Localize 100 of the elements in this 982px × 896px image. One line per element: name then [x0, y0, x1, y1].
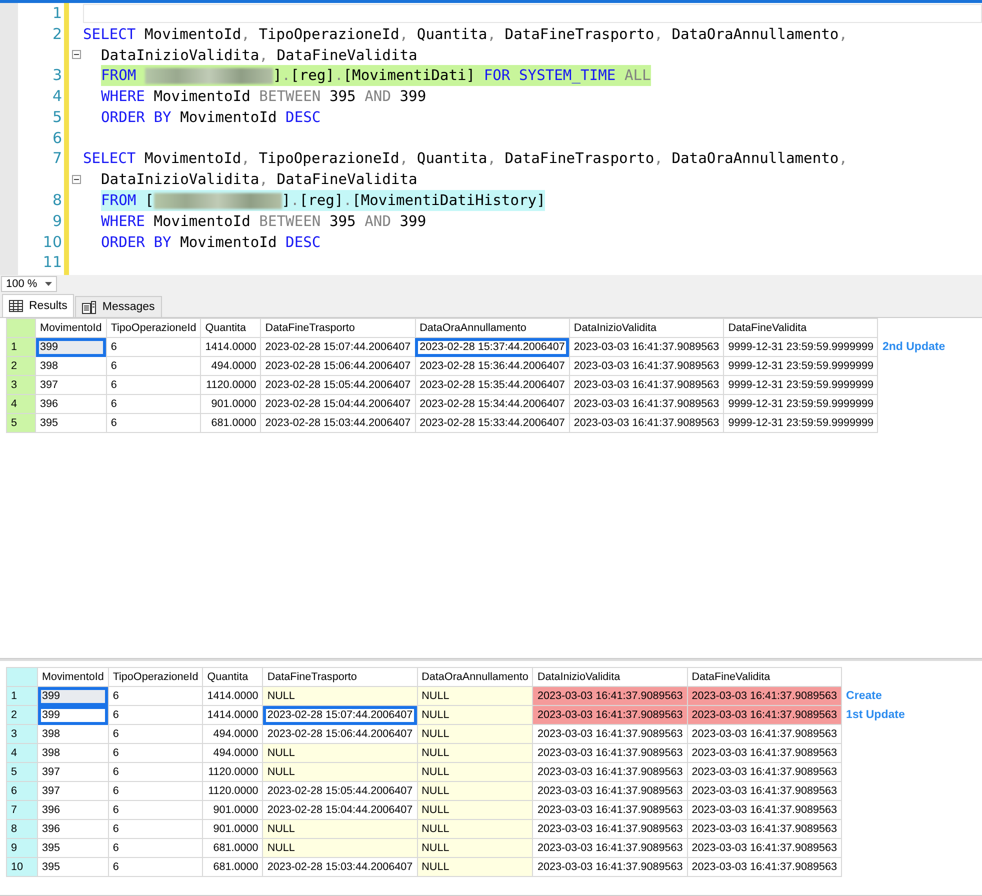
column-header[interactable]: DataFineValidita — [687, 668, 842, 686]
row-number[interactable]: 3 — [6, 724, 38, 744]
column-header[interactable]: TipoOperazioneId — [106, 318, 201, 338]
line-number: 8 — [52, 190, 62, 212]
table-cell: 2023-03-03 16:41:37.9089563 — [687, 762, 842, 782]
table-cell: 6 — [106, 376, 201, 394]
table-cell: 6 — [108, 762, 203, 782]
table-cell: 398 — [36, 356, 106, 376]
table-cell: 2023-02-28 15:05:44.2006407 — [262, 782, 418, 800]
row-number[interactable]: 5 — [6, 414, 36, 432]
column-header[interactable]: DataOraAnnullamento — [417, 668, 533, 686]
line-number: 9 — [52, 210, 62, 232]
table-cell: NULL — [417, 858, 533, 876]
table-cell: 2023-03-03 16:41:37.9089563 — [569, 338, 724, 356]
table-cell: 2023-03-03 16:41:37.9089563 — [532, 744, 688, 762]
table-cell: 6 — [106, 414, 201, 432]
row-number[interactable]: 1 — [6, 686, 38, 706]
code-line: DataInizioValidita, DataFineValidita — [101, 46, 418, 66]
table-cell: 1120.0000 — [202, 782, 263, 800]
table-cell: 395 — [38, 838, 108, 858]
column-header[interactable]: DataFineTrasporto — [262, 668, 418, 686]
line-number: 3 — [52, 65, 62, 86]
caret-icon — [45, 282, 52, 286]
column-header[interactable]: MovimentoId — [38, 668, 108, 686]
row-number[interactable]: 7 — [6, 800, 38, 820]
line-number: 2 — [52, 24, 62, 45]
table-cell: 2023-03-03 16:41:37.9089563 — [532, 762, 688, 782]
row-number[interactable]: 9 — [6, 838, 38, 858]
table-cell: NULL — [417, 838, 533, 858]
row-number[interactable]: 2 — [6, 356, 36, 376]
annotation-label: Create — [846, 690, 882, 702]
table-cell: NULL — [262, 744, 418, 762]
table-cell: 2023-02-28 15:07:44.2006407 — [262, 706, 418, 724]
code-line: WHERE MovimentoId BETWEEN 395 AND 399 — [101, 87, 426, 108]
table-cell: NULL — [417, 706, 533, 724]
table-cell: 9999-12-31 23:59:59.9999999 — [724, 356, 878, 376]
table-cell: NULL — [262, 838, 418, 858]
column-header[interactable]: Quantita — [202, 668, 263, 686]
document-icon — [82, 300, 96, 314]
line-number: 7 — [52, 148, 62, 170]
column-header[interactable]: Quantita — [200, 318, 261, 338]
results-tab[interactable]: Results — [2, 294, 74, 317]
row-number[interactable]: 1 — [6, 338, 36, 356]
zoom-dropdown[interactable]: 100 % — [1, 276, 57, 292]
column-header[interactable]: TipoOperazioneId — [108, 668, 203, 686]
collapse-icon[interactable] — [72, 175, 80, 184]
table-cell: 6 — [108, 724, 203, 744]
table-cell: 399 — [38, 706, 108, 724]
column-header[interactable]: DataInizioValidita — [569, 318, 724, 338]
table-cell: 9999-12-31 23:59:59.9999999 — [724, 376, 878, 394]
table-cell: 9999-12-31 23:59:59.9999999 — [724, 338, 878, 356]
collapse-icon[interactable] — [72, 50, 80, 60]
table-cell: 396 — [38, 800, 108, 820]
row-number[interactable]: 3 — [6, 376, 36, 394]
table-cell: NULL — [417, 762, 533, 782]
table-cell: 9999-12-31 23:59:59.9999999 — [724, 394, 878, 414]
table-cell: 2023-03-03 16:41:37.9089563 — [687, 858, 842, 876]
results-tab[interactable]: Messages — [75, 296, 162, 317]
table-cell: 395 — [36, 414, 106, 432]
table-cell: 397 — [36, 376, 106, 394]
table-cell: 2023-03-03 16:41:37.9089563 — [532, 820, 688, 838]
table-cell: 2023-02-28 15:37:44.2006407 — [415, 338, 570, 356]
table-cell: NULL — [262, 820, 418, 838]
column-header[interactable]: DataFineTrasporto — [260, 318, 416, 338]
table-cell: 2023-02-28 15:33:44.2006407 — [415, 414, 570, 432]
table-cell: NULL — [417, 820, 533, 838]
row-number[interactable]: 2 — [6, 706, 38, 724]
row-number[interactable]: 10 — [6, 858, 38, 876]
column-header[interactable]: DataFineValidita — [724, 318, 878, 338]
table-cell: 494.0000 — [200, 356, 261, 376]
table-cell: 396 — [36, 394, 106, 414]
table-cell: 399 — [36, 338, 106, 356]
table-cell: 6 — [106, 338, 201, 356]
table-cell: 901.0000 — [200, 394, 261, 414]
table-cell: 6 — [106, 394, 201, 414]
column-header[interactable]: DataOraAnnullamento — [415, 318, 570, 338]
row-number[interactable]: 6 — [6, 782, 38, 800]
table-cell: NULL — [262, 762, 418, 782]
code-line: WHERE MovimentoId BETWEEN 395 AND 399 — [101, 212, 426, 232]
table-cell: 6 — [108, 706, 203, 724]
row-number[interactable]: 4 — [6, 744, 38, 762]
table-cell: 681.0000 — [202, 858, 263, 876]
code-line: SELECT MovimentoId, TipoOperazioneId, Quantita, DataFineTrasporto, DataOraAnnullamento, — [83, 24, 848, 45]
table-cell: 2023-03-03 16:41:37.9089563 — [532, 800, 688, 820]
table-cell: 6 — [106, 356, 201, 376]
column-header[interactable]: DataInizioValidita — [532, 668, 688, 686]
table-cell: 397 — [38, 762, 108, 782]
table-cell: 2023-03-03 16:41:37.9089563 — [687, 782, 842, 800]
table-cell: 2023-03-03 16:41:37.9089563 — [532, 858, 688, 876]
table-cell: 494.0000 — [202, 724, 263, 744]
code-line: DataInizioValidita, DataFineValidita — [101, 170, 418, 190]
row-number[interactable]: 5 — [6, 762, 38, 782]
table-cell: 2023-03-03 16:41:37.9089563 — [532, 686, 688, 706]
table-cell: 2023-02-28 15:35:44.2006407 — [415, 376, 570, 394]
table-cell: 2023-03-03 16:41:37.9089563 — [687, 744, 842, 762]
column-header[interactable]: MovimentoId — [36, 318, 106, 338]
table-cell: 2023-03-03 16:41:37.9089563 — [569, 376, 724, 394]
row-number[interactable]: 8 — [6, 820, 38, 838]
row-number[interactable]: 4 — [6, 394, 36, 414]
table-cell: 6 — [108, 686, 203, 706]
